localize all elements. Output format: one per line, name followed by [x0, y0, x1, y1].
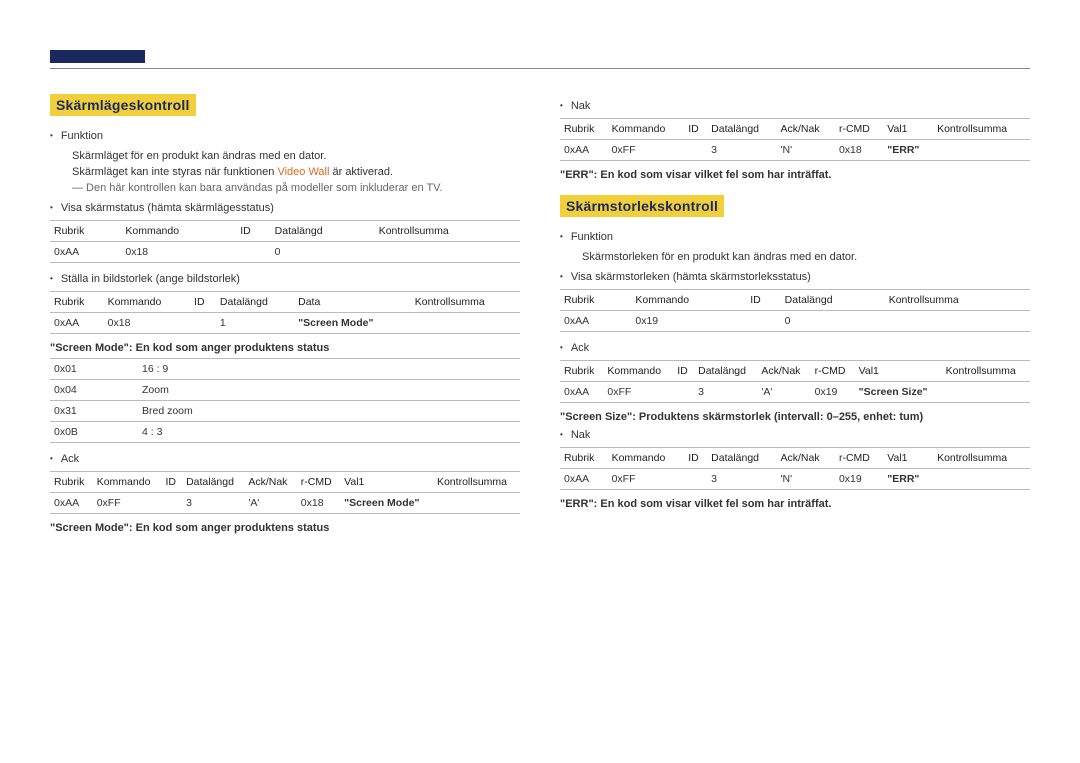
- right-column: • Nak RubrikKommandoIDDatalängdAck/Nakr-C…: [560, 94, 1030, 538]
- bullet-icon: •: [50, 271, 53, 287]
- bullet-icon: •: [560, 98, 563, 114]
- view-size-label: Visa skärmstorleken (hämta skärmstorleks…: [571, 269, 1030, 285]
- function-label: Funktion: [61, 128, 520, 144]
- table-ack-size: RubrikKommandoIDDatalängdAck/Nakr-CMDVal…: [560, 360, 1030, 403]
- function-line2: Skärmläget kan inte styras när funktione…: [72, 164, 520, 180]
- bullet-icon: •: [50, 200, 53, 216]
- table-set-size: RubrikKommandoIDDatalängdDataKontrollsum…: [50, 291, 520, 334]
- bullet-icon: •: [560, 269, 563, 285]
- bullet-icon: •: [560, 427, 563, 443]
- section-title-screen-size: Skärmstorlekskontroll: [560, 195, 724, 217]
- set-size-label: Ställa in bildstorlek (ange bildstorlek): [61, 271, 520, 287]
- left-column: Skärmlägeskontroll • Funktion Skärmläget …: [50, 94, 520, 538]
- function-line1: Skärmläget för en produkt kan ändras med…: [72, 148, 520, 164]
- table-view-size: RubrikKommandoIDDatalängdKontrollsumma 0…: [560, 289, 1030, 332]
- nak-label-2: Nak: [571, 427, 1030, 443]
- ack-label-2: Ack: [571, 340, 1030, 356]
- function-label-2: Funktion: [571, 229, 1030, 245]
- table-view-status: RubrikKommandoIDDatalängdKontrollsumma 0…: [50, 220, 520, 263]
- table-nak-size: RubrikKommandoIDDatalängdAck/Nakr-CMDVal…: [560, 447, 1030, 490]
- function-note: ― Den här kontrollen kan bara användas p…: [72, 180, 520, 196]
- table-nak-top: RubrikKommandoIDDatalängdAck/Nakr-CMDVal…: [560, 118, 1030, 161]
- screen-mode-desc-2: "Screen Mode": En kod som anger produkte…: [50, 522, 520, 534]
- nak-label: Nak: [571, 98, 1030, 114]
- function-line-r1: Skärmstorleken för en produkt kan ändras…: [582, 249, 1030, 265]
- table-ack: RubrikKommandoIDDatalängdAck/Nakr-CMDVal…: [50, 471, 520, 514]
- bullet-icon: •: [50, 451, 53, 467]
- err-desc: "ERR": En kod som visar vilket fel som h…: [560, 169, 1030, 181]
- err-desc-2: "ERR": En kod som visar vilket fel som h…: [560, 498, 1030, 510]
- table-modes: 0x0116 : 9 0x04Zoom 0x31Bred zoom 0x0B4 …: [50, 358, 520, 443]
- screen-mode-desc: "Screen Mode": En kod som anger produkte…: [50, 342, 520, 354]
- ack-label: Ack: [61, 451, 520, 467]
- header-line: [50, 50, 1030, 69]
- section-title-screen-mode: Skärmlägeskontroll: [50, 94, 196, 116]
- view-status-label: Visa skärmstatus (hämta skärmlägesstatus…: [61, 200, 520, 216]
- screen-size-desc: "Screen Size": Produktens skärmstorlek (…: [560, 411, 1030, 423]
- bullet-icon: •: [560, 340, 563, 356]
- bullet-icon: •: [50, 128, 53, 144]
- bullet-icon: •: [560, 229, 563, 245]
